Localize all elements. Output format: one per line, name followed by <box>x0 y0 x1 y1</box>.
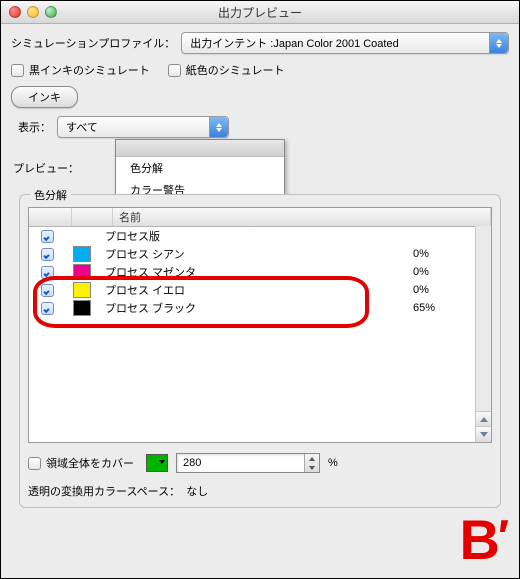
table-row[interactable]: プロセス シアン 0% <box>29 245 491 263</box>
simulation-profile-label: シミュレーションプロファイル： <box>11 35 175 51</box>
show-value: すべて <box>66 119 98 135</box>
group-title: 色分解 <box>30 187 71 203</box>
plate-name: プロセス ブラック <box>99 300 413 316</box>
col-checkbox <box>29 208 72 226</box>
checkbox-icon <box>11 64 24 77</box>
swatch-cyan <box>73 246 91 262</box>
checkbox-icon <box>168 64 181 77</box>
separation-group: 色分解 名前 プロセス版 プロセス シアン 0% <box>19 194 501 508</box>
ink-button[interactable]: インキ <box>11 86 78 108</box>
coverage-color-swatch[interactable] <box>146 454 168 472</box>
check-icon[interactable] <box>41 266 54 279</box>
swatch-yellow <box>73 282 91 298</box>
swatch-black <box>73 300 91 316</box>
window-controls <box>1 6 57 18</box>
coverage-value: 280 <box>183 457 201 469</box>
plate-name: プロセス版 <box>99 228 413 244</box>
plate-name: プロセス マゼンタ <box>99 264 413 280</box>
table-row[interactable]: プロセス ブラック 65% <box>29 299 491 317</box>
scroll-up-icon[interactable] <box>476 411 491 427</box>
simulate-black-label: 黒インキのシミュレート <box>29 62 150 78</box>
col-swatch <box>72 208 113 226</box>
show-label: 表示： <box>11 119 51 135</box>
minimize-icon[interactable] <box>27 6 39 18</box>
total-coverage-label: 領域全体をカバー <box>46 455 134 471</box>
simulation-profile-value: 出力インテント :Japan Color 2001 Coated <box>190 35 398 51</box>
chevron-up-down-icon <box>489 33 508 53</box>
check-icon[interactable] <box>41 248 54 261</box>
preview-menu: 色分解 カラー警告 <box>115 139 285 202</box>
transparency-value: なし <box>186 486 208 498</box>
simulate-black-ink-checkbox[interactable]: 黒インキのシミュレート <box>11 62 150 78</box>
close-icon[interactable] <box>9 6 21 18</box>
check-icon[interactable] <box>41 284 54 297</box>
zoom-icon[interactable] <box>45 6 57 18</box>
window-title: 出力プレビュー <box>1 4 519 21</box>
total-coverage-checkbox[interactable]: 領域全体をカバー <box>28 455 134 471</box>
menu-item-separation[interactable]: 色分解 <box>116 157 284 179</box>
swatch-magenta <box>73 264 91 280</box>
menu-header <box>116 140 284 157</box>
plate-name: プロセス イエロ <box>99 282 413 298</box>
transparency-label: 透明の変換用カラースペース： <box>28 486 180 498</box>
simulate-paper-checkbox[interactable]: 紙色のシミュレート <box>168 62 285 78</box>
col-name: 名前 <box>113 208 491 226</box>
table-row[interactable]: プロセス マゼンタ 0% <box>29 263 491 281</box>
vertical-scrollbar[interactable] <box>475 226 491 442</box>
separation-table: 名前 プロセス版 プロセス シアン 0% プロセス マゼ <box>28 207 492 443</box>
table-header: 名前 <box>29 208 491 227</box>
output-preview-window: 出力プレビュー シミュレーションプロファイル： 出力インテント :Japan C… <box>0 0 520 579</box>
scroll-down-icon[interactable] <box>476 426 491 442</box>
preview-label: プレビュー： <box>13 160 79 176</box>
coverage-unit: % <box>328 457 338 469</box>
check-icon[interactable] <box>41 230 54 243</box>
simulate-paper-label: 紙色のシミュレート <box>186 62 285 78</box>
table-row[interactable]: プロセス イエロ 0% <box>29 281 491 299</box>
show-select[interactable]: すべて <box>57 116 229 138</box>
stepper-icon[interactable] <box>304 454 319 472</box>
check-icon[interactable] <box>41 302 54 315</box>
checkbox-icon <box>28 457 41 470</box>
plate-name: プロセス シアン <box>99 246 413 262</box>
simulation-profile-select[interactable]: 出力インテント :Japan Color 2001 Coated <box>181 32 509 54</box>
titlebar: 出力プレビュー <box>1 1 519 24</box>
badge-b-prime: B′ <box>460 507 507 572</box>
chevron-up-down-icon <box>209 117 228 137</box>
table-row[interactable]: プロセス版 <box>29 227 491 245</box>
coverage-value-field[interactable]: 280 <box>176 453 320 473</box>
